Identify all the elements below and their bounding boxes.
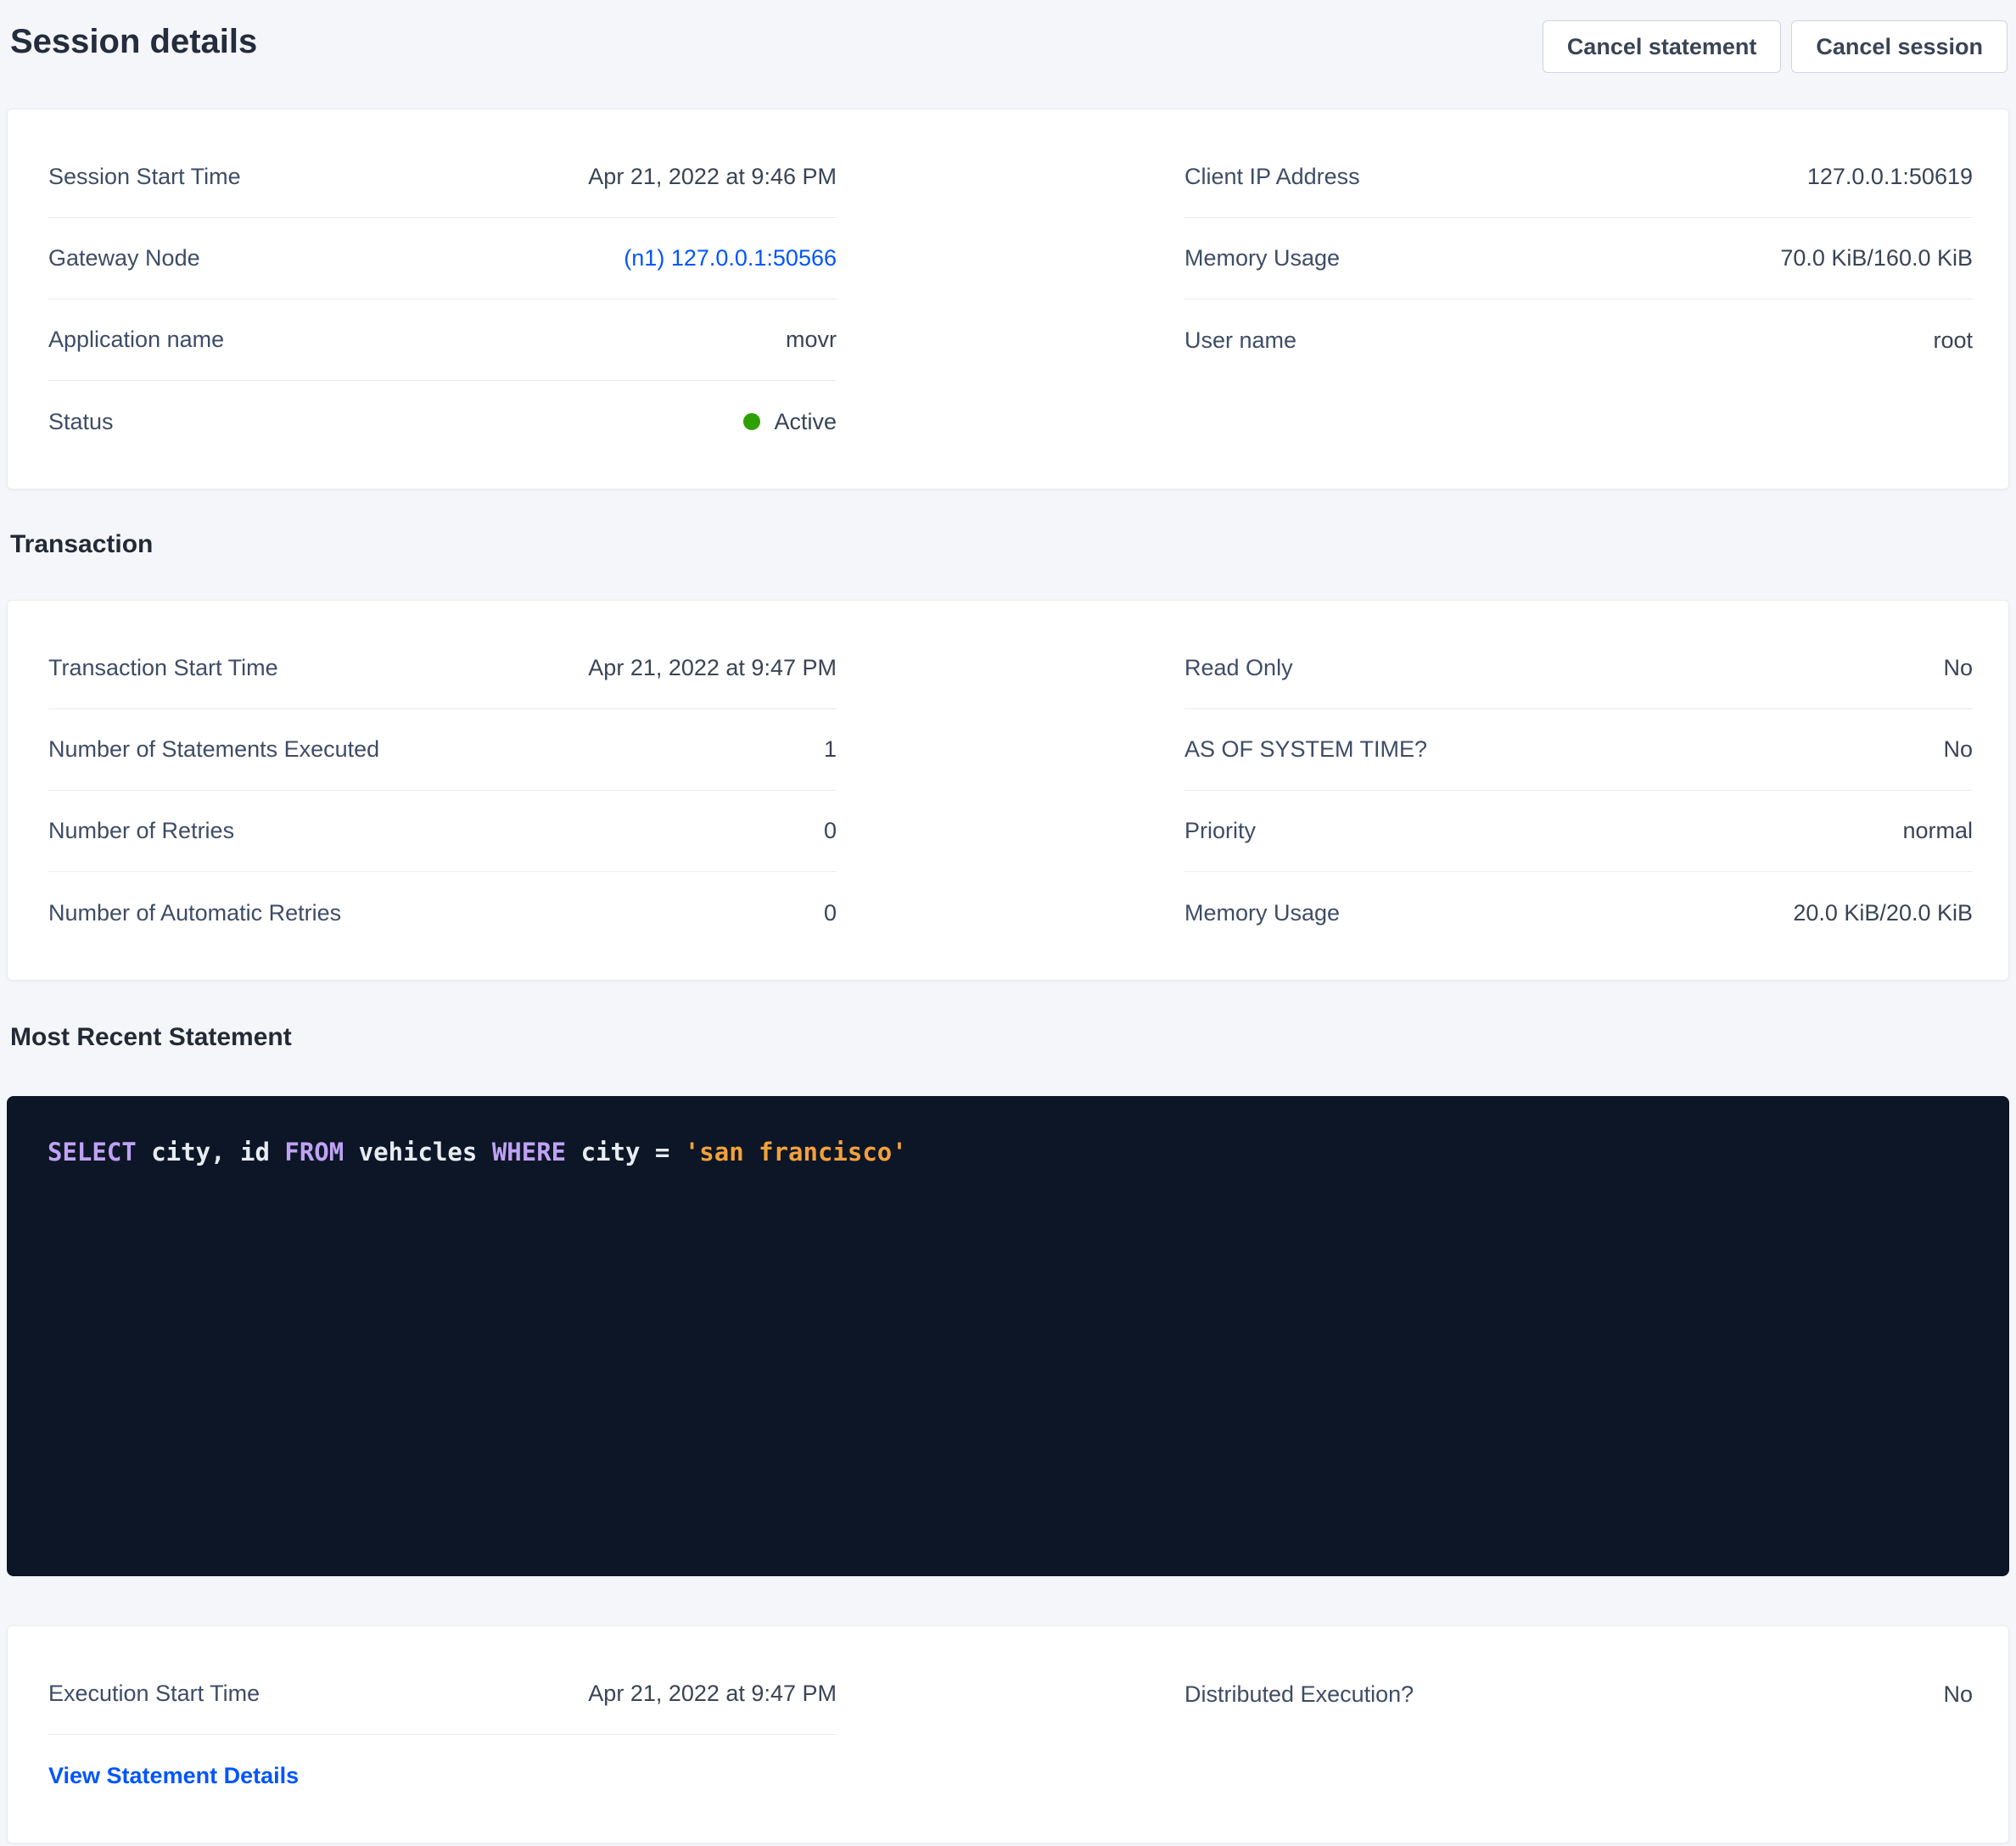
- cancel-statement-button[interactable]: Cancel statement: [1543, 20, 1782, 73]
- priority-value: normal: [1902, 818, 1973, 844]
- client-ip-value: 127.0.0.1:50619: [1807, 164, 1973, 190]
- sql-keyword: FROM: [284, 1138, 344, 1166]
- transaction-card: Transaction Start Time Apr 21, 2022 at 9…: [7, 600, 2009, 981]
- number-of-retries-label: Number of Retries: [48, 818, 234, 844]
- view-statement-details-row: View Statement Details: [48, 1735, 837, 1816]
- session-memory-usage-row: Memory Usage 70.0 KiB/160.0 KiB: [1184, 218, 1973, 299]
- distributed-execution-label: Distributed Execution?: [1184, 1681, 1414, 1708]
- status-label: Status: [48, 409, 114, 435]
- statements-executed-value: 1: [824, 736, 837, 763]
- view-statement-details-link[interactable]: View Statement Details: [48, 1763, 299, 1789]
- execution-card: Execution Start Time Apr 21, 2022 at 9:4…: [7, 1625, 2009, 1843]
- sql-text: city =: [566, 1138, 685, 1166]
- gateway-node-link[interactable]: (n1) 127.0.0.1:50566: [624, 245, 837, 271]
- transaction-start-time-row: Transaction Start Time Apr 21, 2022 at 9…: [48, 628, 837, 709]
- execution-start-time-label: Execution Start Time: [48, 1681, 260, 1707]
- automatic-retries-value: 0: [824, 900, 837, 926]
- execution-left-column: Execution Start Time Apr 21, 2022 at 9:4…: [48, 1653, 837, 1816]
- sql-text: city, id: [137, 1138, 285, 1166]
- user-name-row: User name root: [1184, 299, 1973, 381]
- transaction-start-time-value: Apr 21, 2022 at 9:47 PM: [588, 655, 837, 681]
- client-ip-row: Client IP Address 127.0.0.1:50619: [1184, 137, 1973, 218]
- automatic-retries-label: Number of Automatic Retries: [48, 900, 341, 926]
- session-start-time-value: Apr 21, 2022 at 9:46 PM: [588, 164, 837, 190]
- sql-statement-code: SELECT city, id FROM vehicles WHERE city…: [48, 1135, 1968, 1169]
- session-details-page: Session details Cancel statement Cancel …: [0, 0, 2016, 1846]
- transaction-grid: Transaction Start Time Apr 21, 2022 at 9…: [8, 601, 2008, 980]
- session-summary-right-column: Client IP Address 127.0.0.1:50619 Memory…: [1184, 137, 1973, 381]
- sql-string-literal: 'san francisco': [685, 1138, 907, 1166]
- read-only-value: No: [1943, 655, 1973, 681]
- status-value: Active: [743, 409, 837, 435]
- priority-row: Priority normal: [1184, 791, 1973, 872]
- page-title: Session details: [10, 19, 257, 64]
- number-of-retries-row: Number of Retries 0: [48, 791, 837, 872]
- priority-label: Priority: [1184, 818, 1256, 844]
- session-start-time-label: Session Start Time: [48, 164, 241, 190]
- statements-executed-row: Number of Statements Executed 1: [48, 709, 837, 791]
- as-of-system-time-value: No: [1943, 736, 1973, 763]
- gateway-node-label: Gateway Node: [48, 245, 200, 271]
- status-badge: Active: [774, 409, 837, 435]
- cancel-session-button[interactable]: Cancel session: [1791, 20, 2008, 73]
- execution-start-time-row: Execution Start Time Apr 21, 2022 at 9:4…: [48, 1653, 837, 1735]
- automatic-retries-row: Number of Automatic Retries 0: [48, 872, 837, 954]
- sql-text: vehicles: [344, 1138, 492, 1166]
- distributed-execution-value: No: [1943, 1681, 1973, 1708]
- status-row: Status Active: [48, 381, 837, 462]
- transaction-section-heading: Transaction: [10, 527, 2016, 562]
- session-summary-grid: Session Start Time Apr 21, 2022 at 9:46 …: [8, 109, 2008, 489]
- session-summary-left-column: Session Start Time Apr 21, 2022 at 9:46 …: [48, 137, 837, 462]
- transaction-memory-usage-row: Memory Usage 20.0 KiB/20.0 KiB: [1184, 872, 1973, 954]
- most-recent-statement-heading: Most Recent Statement: [10, 1020, 2016, 1055]
- statements-executed-label: Number of Statements Executed: [48, 736, 379, 763]
- as-of-system-time-label: AS OF SYSTEM TIME?: [1184, 736, 1427, 763]
- client-ip-label: Client IP Address: [1184, 164, 1360, 190]
- sql-keyword: WHERE: [492, 1138, 566, 1166]
- gateway-node-row: Gateway Node (n1) 127.0.0.1:50566: [48, 218, 837, 299]
- status-active-dot-icon: [743, 413, 760, 430]
- application-name-value: movr: [786, 327, 837, 353]
- transaction-right-column: Read Only No AS OF SYSTEM TIME? No Prior…: [1184, 628, 1973, 954]
- transaction-start-time-label: Transaction Start Time: [48, 655, 278, 681]
- application-name-row: Application name movr: [48, 299, 837, 381]
- header-actions: Cancel statement Cancel session: [1543, 19, 2008, 73]
- sql-keyword: SELECT: [48, 1138, 137, 1166]
- execution-grid: Execution Start Time Apr 21, 2022 at 9:4…: [8, 1626, 2008, 1843]
- execution-start-time-value: Apr 21, 2022 at 9:47 PM: [588, 1681, 837, 1707]
- session-summary-card: Session Start Time Apr 21, 2022 at 9:46 …: [7, 109, 2009, 489]
- session-memory-usage-label: Memory Usage: [1184, 245, 1340, 271]
- application-name-label: Application name: [48, 327, 224, 353]
- user-name-value: root: [1933, 327, 1973, 354]
- session-start-time-row: Session Start Time Apr 21, 2022 at 9:46 …: [48, 137, 837, 218]
- transaction-left-column: Transaction Start Time Apr 21, 2022 at 9…: [48, 628, 837, 954]
- sql-statement-box: SELECT city, id FROM vehicles WHERE city…: [7, 1096, 2009, 1576]
- execution-right-column: Distributed Execution? No: [1184, 1653, 1973, 1735]
- transaction-memory-usage-value: 20.0 KiB/20.0 KiB: [1793, 900, 1973, 926]
- transaction-memory-usage-label: Memory Usage: [1184, 900, 1340, 926]
- read-only-row: Read Only No: [1184, 628, 1973, 709]
- user-name-label: User name: [1184, 327, 1296, 354]
- distributed-execution-row: Distributed Execution? No: [1184, 1653, 1973, 1735]
- page-header: Session details Cancel statement Cancel …: [0, 0, 2016, 73]
- number-of-retries-value: 0: [824, 818, 837, 844]
- session-memory-usage-value: 70.0 KiB/160.0 KiB: [1780, 245, 1973, 271]
- read-only-label: Read Only: [1184, 655, 1293, 681]
- as-of-system-time-row: AS OF SYSTEM TIME? No: [1184, 709, 1973, 791]
